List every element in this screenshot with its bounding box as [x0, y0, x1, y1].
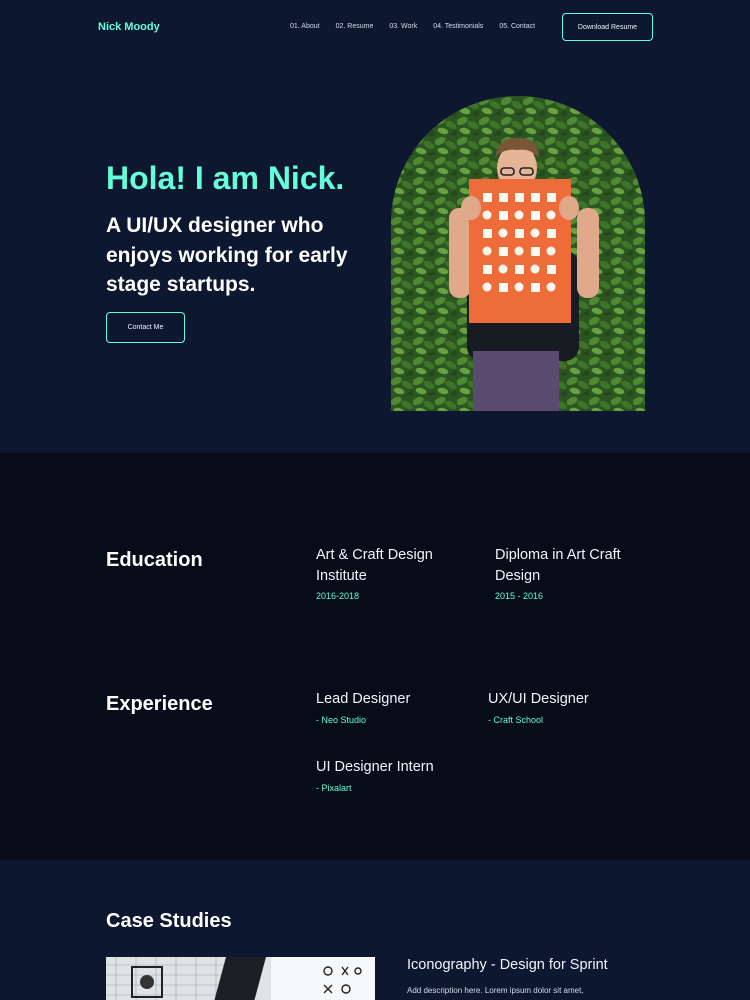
case-study-thumbnail[interactable]	[106, 957, 375, 1000]
experience-item-title: Lead Designer	[316, 691, 411, 707]
contact-me-button[interactable]: Contact Me	[106, 312, 185, 343]
experience-item-company: - Pixalart	[316, 783, 352, 793]
case-study-description: Add description here. Lorem ipsum dolor …	[407, 986, 584, 995]
experience-item-company: - Craft School	[488, 715, 544, 725]
education-item-years: 2015 - 2016	[495, 591, 544, 601]
education-heading: Education	[106, 549, 203, 571]
case-studies-heading: Case Studies	[106, 910, 232, 932]
case-study-title[interactable]: Iconography - Design for Sprint	[407, 957, 608, 973]
resume-section: Education Art & Craft Design Institute 2…	[0, 453, 750, 860]
education-item-title: Diploma in Art Craft Design	[495, 547, 621, 584]
nav-link-resume[interactable]: 02. Resume	[336, 23, 374, 30]
hero-portrait-photo	[391, 96, 645, 411]
hero-tagline: A UI/UX designer who enjoys working for …	[106, 214, 348, 296]
top-nav: Nick Moody 01. About 02. Resume 03. Work…	[0, 0, 750, 54]
nav-links: 01. About 02. Resume 03. Work 04. Testim…	[290, 23, 551, 30]
experience-item-title: UI Designer Intern	[316, 759, 434, 775]
nav-link-about[interactable]: 01. About	[290, 23, 320, 30]
education-item-title: Art & Craft Design Institute	[316, 547, 433, 584]
nav-link-contact[interactable]: 05. Contact	[499, 23, 535, 30]
hero-greeting: Hola! I am Nick.	[106, 160, 345, 196]
experience-item-title: UX/UI Designer	[488, 691, 589, 707]
education-item-years: 2016-2018	[316, 591, 360, 601]
download-resume-button[interactable]: Download Resume	[562, 13, 653, 41]
site-logo[interactable]: Nick Moody	[98, 21, 160, 33]
nav-link-work[interactable]: 03. Work	[389, 23, 417, 30]
experience-heading: Experience	[106, 693, 213, 715]
nav-link-testimonials[interactable]: 04. Testimonials	[433, 23, 483, 30]
experience-item-company: - Neo Studio	[316, 715, 367, 725]
